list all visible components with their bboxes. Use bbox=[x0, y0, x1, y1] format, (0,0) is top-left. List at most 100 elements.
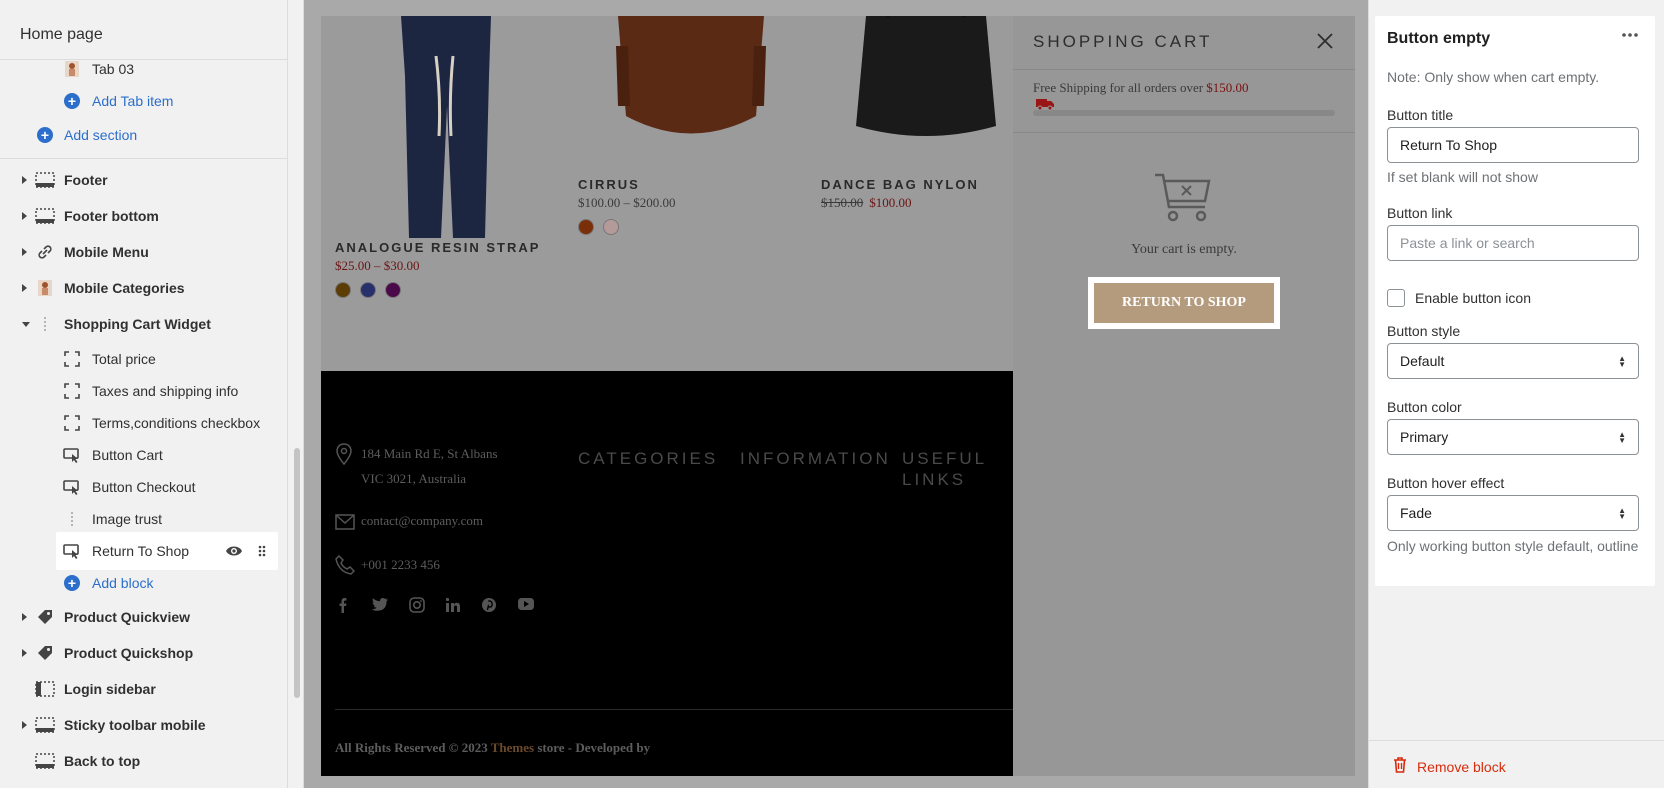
block-item-label: Return To Shop bbox=[92, 543, 190, 559]
button-color-label: Button color bbox=[1387, 399, 1462, 415]
color-swatch[interactable] bbox=[385, 282, 401, 298]
old-price: $150.00 bbox=[821, 195, 864, 210]
return-to-shop-button[interactable]: RETURN TO SHOP bbox=[1094, 283, 1274, 323]
product-image[interactable] bbox=[846, 16, 1006, 144]
block-settings-panel: Button empty Note: Only show when cart e… bbox=[1368, 0, 1664, 788]
block-frame-icon bbox=[62, 381, 82, 401]
block-item-button-checkout[interactable]: Button Checkout bbox=[0, 472, 288, 502]
color-swatch[interactable] bbox=[578, 219, 594, 235]
pinterest-icon[interactable] bbox=[481, 597, 497, 616]
sidebar-item-label: Tab 03 bbox=[92, 61, 135, 77]
instagram-icon[interactable] bbox=[409, 597, 425, 616]
sidebar-item-footer[interactable]: Footer bbox=[0, 165, 288, 195]
link-icon bbox=[35, 242, 55, 262]
sidebar-item-tab-03[interactable]: Tab 03 bbox=[0, 54, 288, 84]
facebook-icon[interactable] bbox=[335, 597, 351, 616]
settings-card: Button empty Note: Only show when cart e… bbox=[1375, 16, 1655, 586]
chevron-right-icon[interactable] bbox=[22, 284, 27, 292]
button-cursor-icon bbox=[62, 445, 82, 465]
sidebar-item-footer-bottom[interactable]: Footer bottom bbox=[0, 201, 288, 231]
product-name[interactable]: DANCE BAG NYLON bbox=[821, 177, 979, 192]
add-block-button[interactable]: + Add block bbox=[0, 568, 288, 598]
close-icon[interactable] bbox=[1316, 32, 1334, 56]
sidebar-item-label: Shopping Cart Widget bbox=[64, 316, 211, 332]
sidebar-item-label: Add section bbox=[64, 127, 138, 143]
block-item-return-to-shop[interactable]: Return To Shop bbox=[0, 536, 288, 566]
more-options-icon[interactable] bbox=[1621, 26, 1639, 49]
color-swatch[interactable] bbox=[603, 219, 619, 235]
color-swatch[interactable] bbox=[360, 282, 376, 298]
button-title-input[interactable] bbox=[1387, 127, 1639, 163]
copyright-brand-link[interactable]: Themes bbox=[491, 740, 534, 755]
chevron-down-icon[interactable] bbox=[22, 321, 30, 327]
color-swatches bbox=[335, 282, 401, 298]
product-price: $25.00 – $30.00 bbox=[335, 258, 420, 273]
block-item-image-trust[interactable]: Image trust bbox=[0, 504, 288, 534]
footer-address-line: 184 Main Rd E, St Albans bbox=[361, 446, 498, 461]
chevron-right-icon[interactable] bbox=[22, 721, 27, 729]
sidebar-item-product-quickview[interactable]: Product Quickview bbox=[0, 602, 288, 632]
sidebar-item-label: Sticky toolbar mobile bbox=[64, 717, 206, 733]
drag-handle-icon[interactable] bbox=[252, 541, 272, 561]
footer-phone[interactable]: +001 2233 456 bbox=[361, 557, 440, 573]
twitter-icon[interactable] bbox=[371, 597, 389, 616]
sidebar-item-label: Add Tab item bbox=[92, 93, 174, 109]
sidebar-item-shopping-cart-widget[interactable]: Shopping Cart Widget bbox=[0, 309, 288, 339]
chevron-right-icon[interactable] bbox=[22, 248, 27, 256]
button-link-input[interactable] bbox=[1387, 225, 1639, 261]
sidebar-item-mobile-menu[interactable]: Mobile Menu bbox=[0, 237, 288, 267]
button-color-select[interactable]: Primary ▲ ▼ bbox=[1387, 419, 1639, 455]
divider bbox=[0, 158, 288, 159]
color-swatch[interactable] bbox=[335, 282, 351, 298]
eye-icon[interactable] bbox=[224, 541, 244, 561]
button-style-select[interactable]: Default ▲ ▼ bbox=[1387, 343, 1639, 379]
remove-block-button[interactable]: Remove block bbox=[1393, 757, 1506, 776]
footer-column-heading: INFORMATION bbox=[740, 449, 891, 468]
trash-icon bbox=[1393, 757, 1407, 776]
footer-divider bbox=[335, 709, 1015, 710]
sidebar-scrollbar[interactable] bbox=[294, 448, 300, 698]
sidebar-item-label: Back to top bbox=[64, 753, 141, 769]
copyright-text: All Rights Reserved © 2023 Themes store … bbox=[335, 740, 650, 756]
add-section-button[interactable]: + Add section bbox=[0, 120, 288, 150]
product-name[interactable]: CIRRUS bbox=[578, 177, 640, 192]
store-preview: ANALOGUE RESIN STRAP $25.00 – $30.00 CIR… bbox=[304, 0, 1368, 788]
sidebar-item-back-to-top[interactable]: Back to top bbox=[0, 746, 288, 776]
block-item-button-cart[interactable]: Button Cart bbox=[0, 440, 288, 470]
footer-email[interactable]: contact@company.com bbox=[361, 513, 483, 529]
chevron-right-icon[interactable] bbox=[22, 176, 27, 184]
block-item-terms-checkbox[interactable]: Terms,conditions checkbox bbox=[0, 408, 288, 438]
product-image[interactable] bbox=[381, 16, 511, 241]
chevron-right-icon[interactable] bbox=[22, 649, 27, 657]
block-item-total-price[interactable]: Total price bbox=[0, 344, 288, 374]
tag-icon bbox=[35, 607, 55, 627]
hover-effect-select[interactable]: Fade ▲ ▼ bbox=[1387, 495, 1639, 531]
youtube-icon[interactable] bbox=[517, 597, 535, 616]
image-broken-icon bbox=[62, 509, 82, 529]
add-tab-item-button[interactable]: + Add Tab item bbox=[0, 86, 288, 116]
enable-icon-checkbox[interactable] bbox=[1387, 289, 1405, 307]
chevron-right-icon[interactable] bbox=[22, 212, 27, 220]
product-name[interactable]: ANALOGUE RESIN STRAP bbox=[335, 240, 540, 255]
section-layout-icon bbox=[35, 170, 55, 190]
footer-column-heading: LINKS bbox=[902, 470, 967, 489]
sidebar-item-mobile-categories[interactable]: Mobile Categories bbox=[0, 273, 288, 303]
product-grid: ANALOGUE RESIN STRAP $25.00 – $30.00 CIR… bbox=[321, 16, 1013, 371]
select-caret-icon: ▲ ▼ bbox=[1618, 354, 1626, 369]
footer-column-heading: CATEGORIES bbox=[578, 449, 719, 468]
sidebar-item-login-sidebar[interactable]: Login sidebar bbox=[0, 674, 288, 704]
sidebar-item-sticky-toolbar-mobile[interactable]: Sticky toolbar mobile bbox=[0, 710, 288, 740]
block-item-taxes-shipping[interactable]: Taxes and shipping info bbox=[0, 376, 288, 406]
chevron-right-icon[interactable] bbox=[22, 613, 27, 621]
product-image[interactable] bbox=[606, 16, 776, 149]
color-swatches bbox=[578, 219, 619, 235]
divider bbox=[1013, 132, 1355, 133]
enable-icon-row[interactable]: Enable button icon bbox=[1387, 289, 1531, 307]
sidebar-item-label: Add block bbox=[92, 575, 154, 591]
button-title-label: Button title bbox=[1387, 107, 1454, 123]
sidebar-item-product-quickshop[interactable]: Product Quickshop bbox=[0, 638, 288, 668]
block-item-label: Button Cart bbox=[92, 447, 163, 463]
enable-icon-label: Enable button icon bbox=[1415, 290, 1531, 306]
linkedin-icon[interactable] bbox=[445, 597, 461, 616]
mail-icon bbox=[335, 514, 355, 533]
